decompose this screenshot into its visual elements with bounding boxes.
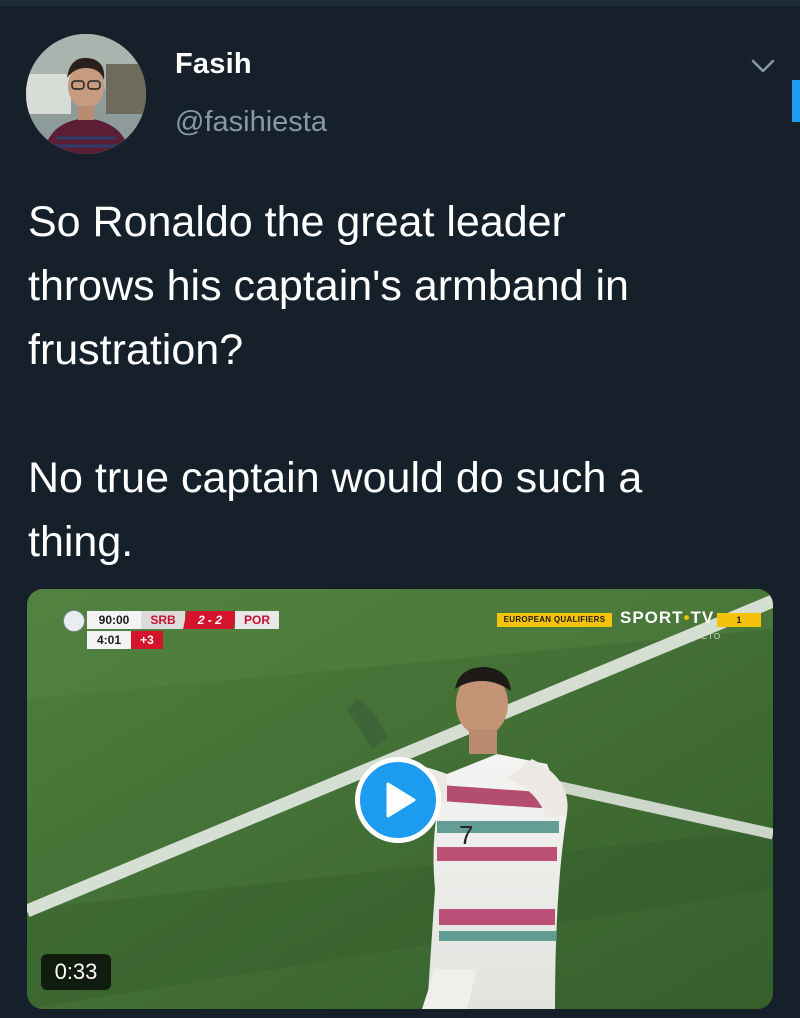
competition-badge: EUROPEAN QUALIFIERS <box>497 613 612 627</box>
added-time: +3 <box>131 631 163 649</box>
play-icon <box>386 782 416 818</box>
chevron-down-icon[interactable] <box>746 52 780 82</box>
match-score: 2 - 2 <box>183 611 237 629</box>
author-handle[interactable]: @fasihiesta <box>175 106 327 139</box>
channel-separator: • <box>683 608 691 627</box>
channel-name-a: SPORT <box>620 608 684 627</box>
top-divider <box>0 0 800 6</box>
play-button[interactable] <box>355 757 441 843</box>
tweet-text: So Ronaldo the great leader throws his c… <box>28 198 643 566</box>
home-team: SRB <box>141 611 185 629</box>
added-time-elapsed: 4:01 <box>87 631 131 649</box>
match-clock: 90:00 <box>87 611 141 629</box>
live-label: DIRETO <box>685 632 722 641</box>
avatar[interactable] <box>26 34 146 154</box>
channel-name: SPORT•TV <box>620 608 714 628</box>
author-display-name[interactable]: Fasih <box>175 48 252 81</box>
ball-icon <box>63 610 85 632</box>
video-duration: 0:33 <box>41 954 111 990</box>
video-player[interactable]: 7 90:00 SRB 2 - 2 POR 4:01 +3 EUROPEAN Q… <box>27 589 773 1009</box>
channel-name-b: TV <box>690 608 715 627</box>
channel-number: 1 <box>717 613 761 627</box>
scroll-indicator <box>792 80 800 122</box>
profile-photo <box>26 34 146 154</box>
shirt-number: 7 <box>459 820 473 850</box>
away-team: POR <box>235 611 279 629</box>
